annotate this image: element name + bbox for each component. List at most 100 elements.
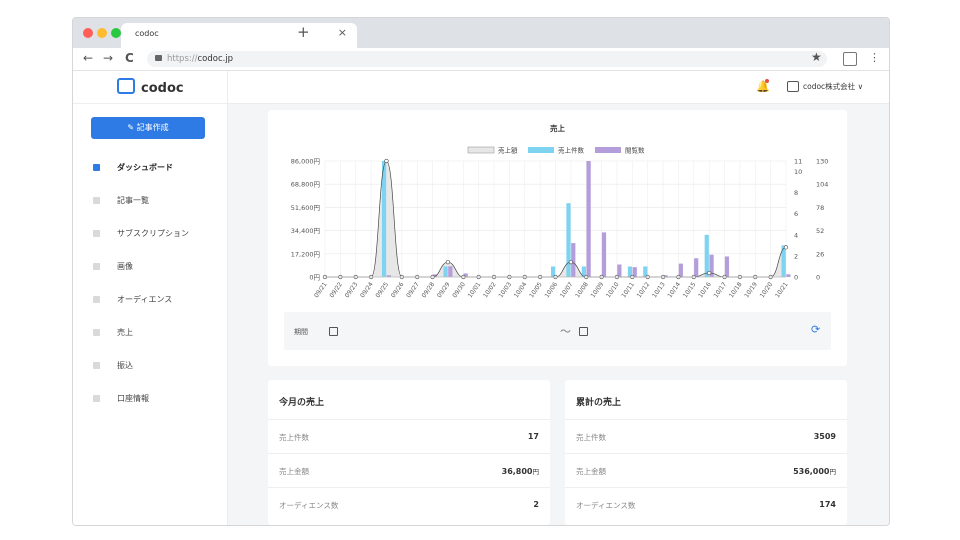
back-icon[interactable]: ← bbox=[83, 51, 93, 65]
refresh-icon[interactable]: ⟳ bbox=[811, 323, 820, 336]
x-tick-label: 09/29 bbox=[436, 281, 452, 299]
y-left-tick-label: 17,200円 bbox=[291, 250, 320, 258]
stat-label: 売上件数 bbox=[279, 433, 309, 442]
x-tick-label: 09/27 bbox=[405, 281, 421, 299]
x-tick-label: 09/28 bbox=[421, 281, 437, 299]
url-scheme: https:// bbox=[167, 54, 198, 64]
y-left-tick-label: 51,600円 bbox=[291, 204, 320, 212]
y-right-tick-label: 26 bbox=[816, 250, 824, 258]
codoc-logo[interactable]: codoc bbox=[117, 78, 184, 96]
x-tick-label: 10/08 bbox=[574, 281, 590, 299]
close-window-dot[interactable] bbox=[83, 28, 93, 38]
tab-title: codoc bbox=[135, 29, 159, 38]
stat-value: 17 bbox=[527, 432, 539, 441]
stat-label: 売上件数 bbox=[576, 433, 606, 442]
bar-views bbox=[678, 263, 683, 277]
legend-label: 閲覧数 bbox=[625, 146, 645, 155]
browser-menu-icon[interactable]: ⋮ bbox=[869, 51, 880, 64]
y-mid-tick-label: 4 bbox=[794, 231, 798, 239]
dashboard-icon bbox=[93, 164, 100, 171]
close-icon[interactable]: × bbox=[338, 26, 347, 39]
sidebar-divider bbox=[73, 103, 227, 104]
stat-value: 2 bbox=[533, 500, 539, 509]
calendar-icon[interactable] bbox=[329, 327, 338, 336]
sidebar-item-label: 口座情報 bbox=[117, 394, 149, 403]
extension-icon[interactable] bbox=[843, 52, 857, 66]
sidebar-item-label: サブスクリプション bbox=[117, 229, 189, 238]
audience-icon bbox=[93, 296, 100, 303]
card-title: 累計の売上 bbox=[576, 398, 622, 408]
y-right-tick-label: 130 bbox=[816, 158, 828, 166]
y-mid-tick-label: 11 bbox=[794, 158, 802, 166]
point-sales-amount bbox=[445, 260, 451, 265]
y-left-tick-label: 68,800円 bbox=[291, 181, 320, 189]
subscription-icon bbox=[93, 230, 100, 237]
sidebar-item-sales[interactable]: 売上 bbox=[73, 318, 227, 351]
lock-icon bbox=[155, 55, 162, 61]
image-icon bbox=[93, 263, 100, 270]
x-tick-label: 09/26 bbox=[390, 281, 406, 299]
y-mid-tick-label: 0 bbox=[794, 274, 798, 282]
stat-row: 売上金額 536,000円 bbox=[565, 453, 847, 488]
x-tick-label: 10/15 bbox=[682, 281, 698, 299]
x-tick-label: 09/21 bbox=[313, 281, 329, 299]
sidebar-item-label: 記事一覧 bbox=[117, 196, 149, 205]
x-tick-label: 10/05 bbox=[528, 281, 544, 299]
sidebar-item-label: 画像 bbox=[117, 262, 133, 271]
point-sales-amount bbox=[384, 158, 389, 164]
sidebar-item-audience[interactable]: オーディエンス bbox=[73, 285, 227, 318]
calendar-icon[interactable] bbox=[579, 327, 588, 336]
period-filter: 期間 〜 ⟳ bbox=[284, 312, 831, 350]
bar-views bbox=[448, 266, 453, 277]
transfer-icon bbox=[93, 362, 100, 369]
range-separator: 〜 bbox=[560, 325, 571, 338]
x-tick-label: 10/07 bbox=[559, 281, 575, 299]
bar-sales-count bbox=[704, 234, 709, 277]
bar-views bbox=[724, 256, 730, 277]
list-icon bbox=[93, 197, 100, 204]
new-tab-button[interactable]: + bbox=[297, 23, 310, 41]
sidebar-item-dashboard[interactable]: ダッシュボード bbox=[73, 153, 227, 186]
x-tick-label: 10/14 bbox=[666, 281, 682, 299]
sales-icon bbox=[93, 329, 100, 336]
reload-icon[interactable]: C bbox=[125, 51, 134, 65]
address-bar: ← → C https://codoc.jp ★ ⋮ bbox=[73, 48, 889, 71]
bar-views bbox=[586, 161, 591, 277]
tab-codoc[interactable]: codoc × bbox=[121, 23, 357, 48]
stat-value: 536,000円 bbox=[793, 467, 836, 476]
sidebar-item-articles[interactable]: 記事一覧 bbox=[73, 186, 227, 219]
y-mid-tick-label: 2 bbox=[794, 252, 798, 260]
bar-sales-count bbox=[381, 161, 387, 277]
sidebar-item-account[interactable]: 口座情報 bbox=[73, 384, 227, 417]
company-menu[interactable]: codoc株式会社 ∨ bbox=[803, 81, 863, 92]
x-tick-label: 10/01 bbox=[467, 281, 483, 299]
x-tick-label: 09/22 bbox=[328, 281, 344, 299]
this-month-sales-card: 今月の売上 売上件数 17 売上金額 36,800円 オーディエンス数 2 bbox=[268, 380, 550, 525]
point-sales-amount bbox=[783, 245, 789, 250]
sidebar-item-transfer[interactable]: 振込 bbox=[73, 351, 227, 384]
bookmark-star-icon[interactable]: ★ bbox=[811, 50, 822, 64]
account-icon bbox=[93, 395, 100, 402]
new-article-button[interactable]: ✎ 記事作成 bbox=[91, 117, 205, 139]
sidebar-item-images[interactable]: 画像 bbox=[73, 252, 227, 285]
y-left-tick-label: 86,000円 bbox=[291, 158, 320, 166]
company-icon bbox=[787, 81, 799, 92]
x-tick-label: 10/02 bbox=[482, 281, 498, 299]
sidebar-item-subscription[interactable]: サブスクリプション bbox=[73, 219, 227, 252]
url-field[interactable]: https://codoc.jp bbox=[147, 51, 827, 67]
stat-value: 174 bbox=[819, 500, 836, 509]
forward-icon[interactable]: → bbox=[103, 51, 113, 65]
legend-swatch bbox=[528, 147, 554, 153]
bar-views bbox=[786, 274, 791, 277]
x-tick-label: 09/24 bbox=[359, 281, 375, 299]
point-sales-amount bbox=[707, 270, 712, 276]
x-tick-label: 10/03 bbox=[497, 281, 513, 299]
minimize-window-dot[interactable] bbox=[97, 28, 107, 38]
maximize-window-dot[interactable] bbox=[111, 28, 121, 38]
y-mid-tick-label: 8 bbox=[794, 189, 798, 197]
stat-row: 売上金額 36,800円 bbox=[268, 453, 550, 488]
x-tick-label: 10/04 bbox=[513, 281, 529, 299]
legend-label: 売上件数 bbox=[558, 146, 585, 155]
stat-row: オーディエンス数 174 bbox=[565, 487, 847, 522]
y-mid-tick-label: 6 bbox=[794, 210, 798, 218]
